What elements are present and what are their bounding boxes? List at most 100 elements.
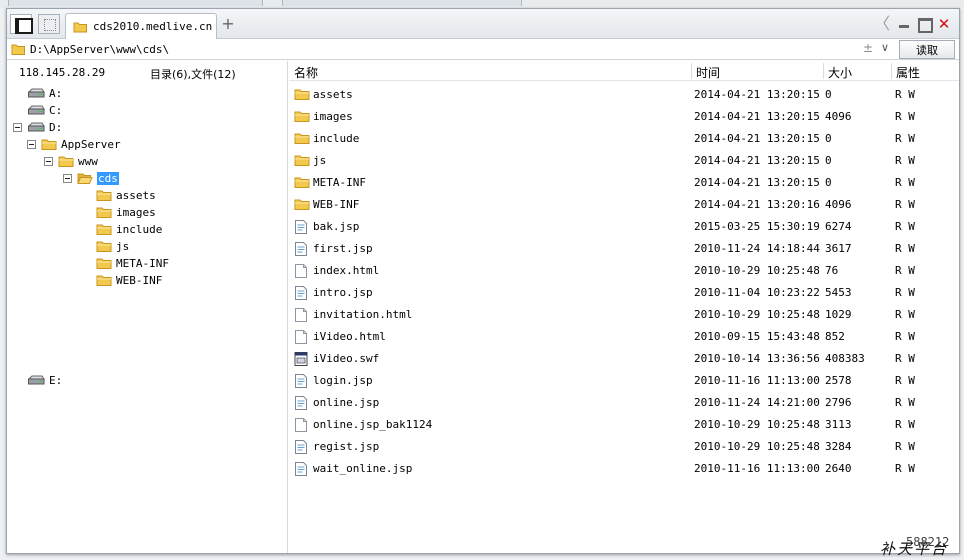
file-row[interactable]: online.jsp 2010-11-24 14:21:00 2796 R W	[289, 392, 959, 414]
file-row[interactable]: assets 2014-04-21 13:20:15 0 R W	[289, 84, 959, 106]
tree-item-label: images	[116, 205, 156, 219]
file-size: 0	[825, 132, 832, 145]
file-row[interactable]: intro.jsp 2010-11-04 10:23:22 5453 R W	[289, 282, 959, 304]
folder-icon	[73, 22, 87, 32]
folder-icon	[294, 87, 310, 104]
tree-item-include[interactable]: include	[96, 221, 162, 237]
file-name: images	[313, 110, 353, 123]
tree-item-images[interactable]: images	[96, 204, 156, 220]
new-window-button[interactable]	[38, 14, 60, 34]
file-attr: R W	[895, 308, 915, 321]
file-row[interactable]: wait_online.jsp 2010-11-16 11:13:00 2640 R …	[289, 458, 959, 480]
file-row[interactable]: include 2014-04-21 13:20:15 0 R W	[289, 128, 959, 150]
file-size: 5453	[825, 286, 852, 299]
folder-icon	[294, 109, 310, 126]
tree-item-assets[interactable]: assets	[96, 187, 156, 203]
file-row[interactable]: js 2014-04-21 13:20:15 0 R W	[289, 150, 959, 172]
file-time: 2010-10-14 13:36:56	[694, 352, 820, 365]
file-name: META-INF	[313, 176, 366, 189]
file-row[interactable]: login.jsp 2010-11-16 11:13:00 2578 R W	[289, 370, 959, 392]
file-row[interactable]: index.html 2010-10-29 10:25:48 76 R W	[289, 260, 959, 282]
collapse-toggle[interactable]	[13, 123, 22, 132]
folder-icon	[11, 44, 25, 55]
collapse-toggle[interactable]	[44, 157, 53, 166]
file-name: wait_online.jsp	[313, 462, 413, 475]
collapse-toggle[interactable]	[27, 140, 36, 149]
file-time: 2014-04-21 13:20:15	[694, 154, 820, 167]
file-blank-icon	[294, 307, 308, 326]
file-time: 2010-10-29 10:25:48	[694, 440, 820, 453]
minimize-button[interactable]	[895, 15, 913, 33]
file-row[interactable]: online.jsp_bak1124 2010-10-29 10:25:48 311…	[289, 414, 959, 436]
background-tab	[282, 0, 522, 6]
column-divider[interactable]	[691, 63, 692, 79]
tree-item-www[interactable]: www	[58, 153, 98, 169]
file-manager-window: cds2010.medlive.cn + 〈 ✕ ± ∨ 读取 118.145.…	[6, 8, 960, 554]
column-header-time[interactable]: 时间	[696, 64, 720, 81]
path-input[interactable]	[30, 41, 860, 58]
address-bar: ± ∨ 读取	[7, 40, 959, 60]
folder-open-icon	[77, 171, 93, 185]
file-text-icon	[294, 461, 308, 480]
tree-item-meta-inf[interactable]: META-INF	[96, 255, 169, 271]
file-row[interactable]: first.jsp 2010-11-24 14:18:44 3617 R W	[289, 238, 959, 260]
chevron-down-icon[interactable]: ∨	[881, 41, 889, 54]
file-name: iVideo.html	[313, 330, 386, 343]
add-tab-button[interactable]: +	[219, 15, 237, 33]
column-divider[interactable]	[823, 63, 824, 79]
maximize-button[interactable]	[915, 15, 933, 33]
directory-tree-pane: 118.145.28.29 目录(6),文件(12) A: C: D: AppServ…	[7, 61, 288, 553]
file-row[interactable]: images 2014-04-21 13:20:15 4096 R W	[289, 106, 959, 128]
file-list-pane: 名称 时间 大小 属性 assets 2014-04-21 13:20:15 0 R …	[289, 61, 959, 553]
folder-icon	[294, 197, 310, 214]
file-row[interactable]: iVideo.swf 2010-10-14 13:36:56 408383 R W	[289, 348, 959, 370]
file-attr: R W	[895, 110, 915, 123]
tab-site[interactable]: cds2010.medlive.cn	[65, 13, 217, 39]
folder-icon	[294, 175, 310, 192]
server-ip: 118.145.28.29	[19, 66, 106, 79]
tree-item-a[interactable]: A:	[27, 85, 62, 101]
tree-item-web-inf[interactable]: WEB-INF	[96, 272, 162, 288]
file-time: 2014-04-21 13:20:15	[694, 176, 820, 189]
tree-item-c[interactable]: C:	[27, 102, 62, 118]
file-size: 3284	[825, 440, 852, 453]
tree-item-js[interactable]: js	[96, 238, 129, 254]
column-divider[interactable]	[891, 63, 892, 79]
read-button[interactable]: 读取	[899, 40, 955, 59]
file-size: 2640	[825, 462, 852, 475]
tree-item-label: AppServer	[61, 137, 121, 151]
back-icon[interactable]: 〈	[873, 15, 891, 33]
file-name: online.jsp	[313, 396, 380, 409]
file-name: invitation.html	[313, 308, 413, 321]
file-row[interactable]: WEB-INF 2014-04-21 13:20:16 4096 R W	[289, 194, 959, 216]
file-name: online.jsp_bak1124	[313, 418, 433, 431]
drive-icon	[27, 121, 45, 133]
close-button[interactable]: ✕	[935, 15, 953, 33]
tree-item-appserver[interactable]: AppServer	[41, 136, 121, 152]
file-row[interactable]: iVideo.html 2010-09-15 15:43:48 852 R W	[289, 326, 959, 348]
column-header-size[interactable]: 大小	[828, 64, 852, 81]
file-attr: R W	[895, 242, 915, 255]
file-time: 2014-04-21 13:20:16	[694, 198, 820, 211]
tree-item-cds[interactable]: cds	[77, 170, 119, 186]
plus-minus-icon[interactable]: ±	[863, 41, 873, 55]
column-header-attr[interactable]: 属性	[896, 64, 920, 81]
file-size: 2796	[825, 396, 852, 409]
collapse-toggle[interactable]	[63, 174, 72, 183]
tree-item-label: assets	[116, 188, 156, 202]
file-size: 1029	[825, 308, 852, 321]
tree-item-e[interactable]: E:	[27, 372, 62, 388]
file-blank-icon	[294, 329, 308, 348]
file-row[interactable]: regist.jsp 2010-10-29 10:25:48 3284 R W	[289, 436, 959, 458]
file-row[interactable]: META-INF 2014-04-21 13:20:15 0 R W	[289, 172, 959, 194]
file-time: 2014-04-21 13:20:15	[694, 88, 820, 101]
file-name: index.html	[313, 264, 380, 277]
file-attr: R W	[895, 330, 915, 343]
panel-toggle-button[interactable]	[10, 14, 33, 34]
file-row[interactable]: bak.jsp 2015-03-25 15:30:19 6274 R W	[289, 216, 959, 238]
column-header-name[interactable]: 名称	[294, 64, 318, 81]
file-blank-icon	[294, 263, 308, 282]
folder-icon	[96, 222, 112, 236]
tree-item-d[interactable]: D:	[27, 119, 62, 135]
file-row[interactable]: invitation.html 2010-10-29 10:25:48 1029 R …	[289, 304, 959, 326]
